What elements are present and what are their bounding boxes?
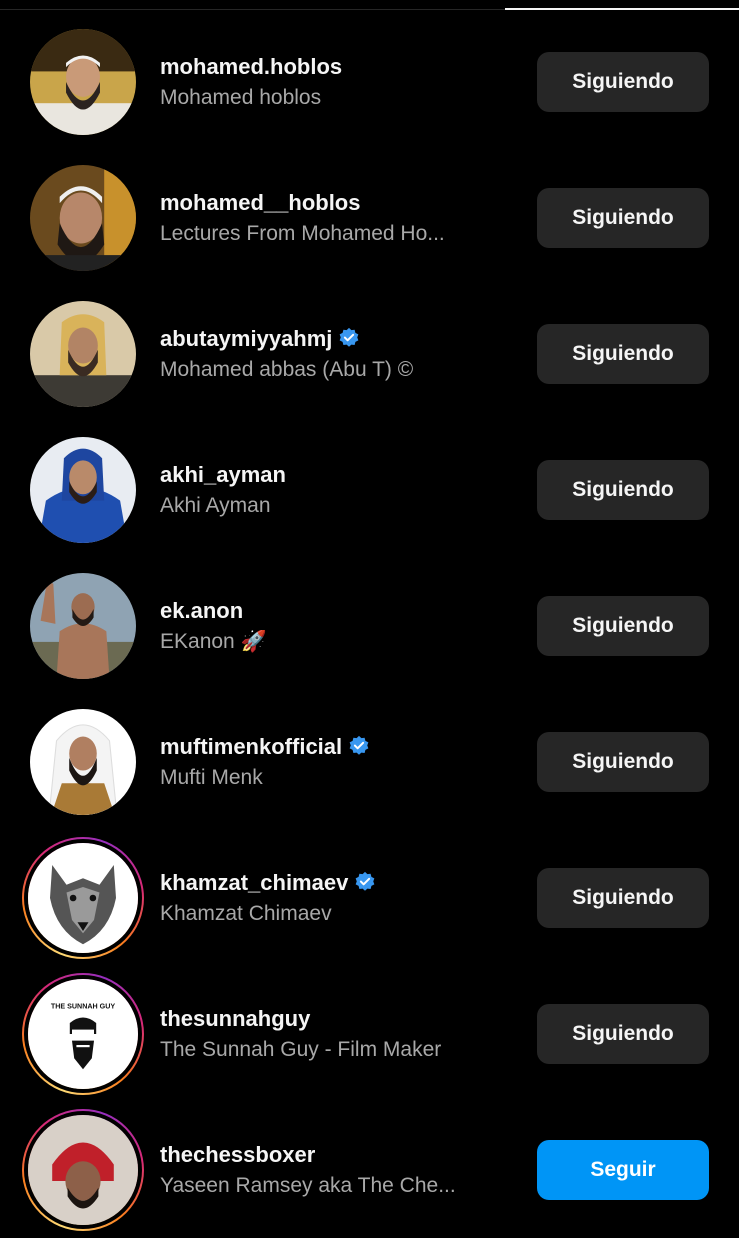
following-button[interactable]: Siguiendo xyxy=(537,324,709,384)
following-button[interactable]: Siguiendo xyxy=(537,596,709,656)
avatar-story-ring[interactable] xyxy=(22,837,144,959)
list-item[interactable]: mohamed.hoblos Mohamed hoblos Siguiendo xyxy=(0,14,739,150)
avatar[interactable] xyxy=(30,573,136,679)
profile-photo xyxy=(28,843,138,953)
profile-photo xyxy=(30,709,136,815)
avatar[interactable] xyxy=(30,301,136,407)
full-name: Lectures From Mohamed Ho... xyxy=(160,222,445,245)
profile-photo xyxy=(30,29,136,135)
profile-photo xyxy=(30,573,136,679)
avatar[interactable] xyxy=(30,709,136,815)
avatar[interactable] xyxy=(30,29,136,135)
full-name: EKanon 🚀 xyxy=(160,630,267,653)
verified-badge-icon xyxy=(349,735,369,755)
avatar-story-ring[interactable]: THE SUNNAH GUY xyxy=(22,973,144,1095)
avatar-logo-text: THE SUNNAH GUY xyxy=(51,1003,116,1011)
following-button[interactable]: Siguiendo xyxy=(537,1004,709,1064)
following-button[interactable]: Siguiendo xyxy=(537,188,709,248)
username[interactable]: mohamed__hoblos xyxy=(160,190,360,216)
username[interactable]: thesunnahguy xyxy=(160,1006,310,1032)
full-name: Mohamed abbas (Abu T) © xyxy=(160,358,414,381)
full-name: The Sunnah Guy - Film Maker xyxy=(160,1038,442,1061)
profile-photo xyxy=(30,437,136,543)
list-item[interactable]: abutaymiyyahmj Mohamed abbas (Abu T) © S… xyxy=(0,286,739,422)
full-name: Mohamed hoblos xyxy=(160,86,322,109)
username[interactable]: mohamed.hoblos xyxy=(160,54,342,80)
following-button[interactable]: Siguiendo xyxy=(537,52,709,112)
list-item[interactable]: ek.anon EKanon 🚀 Siguiendo xyxy=(0,558,739,694)
username[interactable]: akhi_ayman xyxy=(160,462,286,488)
profile-photo: THE SUNNAH GUY xyxy=(28,979,138,1089)
username[interactable]: ek.anon xyxy=(160,598,243,624)
full-name: Akhi Ayman xyxy=(160,494,271,517)
full-name: Yaseen Ramsey aka The Che... xyxy=(160,1174,456,1197)
list-item[interactable]: akhi_ayman Akhi Ayman Siguiendo xyxy=(0,422,739,558)
list-item[interactable]: khamzat_chimaev Khamzat Chimaev Siguiend… xyxy=(0,830,739,966)
profile-photo xyxy=(30,301,136,407)
list-item[interactable]: thechessboxer Yaseen Ramsey aka The Che.… xyxy=(0,1102,739,1238)
follow-button[interactable]: Seguir xyxy=(537,1140,709,1200)
full-name: Khamzat Chimaev xyxy=(160,902,332,925)
profile-photo xyxy=(28,1115,138,1225)
verified-badge-icon xyxy=(355,871,375,891)
username[interactable]: muftimenkofficial xyxy=(160,734,370,760)
avatar[interactable] xyxy=(30,165,136,271)
avatar[interactable] xyxy=(30,437,136,543)
following-button[interactable]: Siguiendo xyxy=(537,460,709,520)
list-item[interactable]: mohamed__hoblos Lectures From Mohamed Ho… xyxy=(0,150,739,286)
list-item[interactable]: muftimenkofficial Mufti Menk Siguiendo xyxy=(0,694,739,830)
username[interactable]: khamzat_chimaev xyxy=(160,870,376,896)
verified-badge-icon xyxy=(340,327,359,347)
username[interactable]: abutaymiyyahmj xyxy=(160,326,360,352)
avatar-story-ring[interactable] xyxy=(22,1109,144,1231)
tab-indicator-active xyxy=(505,8,739,10)
list-item[interactable]: THE SUNNAH GUY thesunnahguy The Sunnah G… xyxy=(0,966,739,1102)
profile-photo xyxy=(30,165,136,271)
username[interactable]: thechessboxer xyxy=(160,1142,315,1168)
following-button[interactable]: Siguiendo xyxy=(537,732,709,792)
following-button[interactable]: Siguiendo xyxy=(537,868,709,928)
full-name: Mufti Menk xyxy=(160,766,263,789)
tab-indicator-track xyxy=(0,9,505,10)
